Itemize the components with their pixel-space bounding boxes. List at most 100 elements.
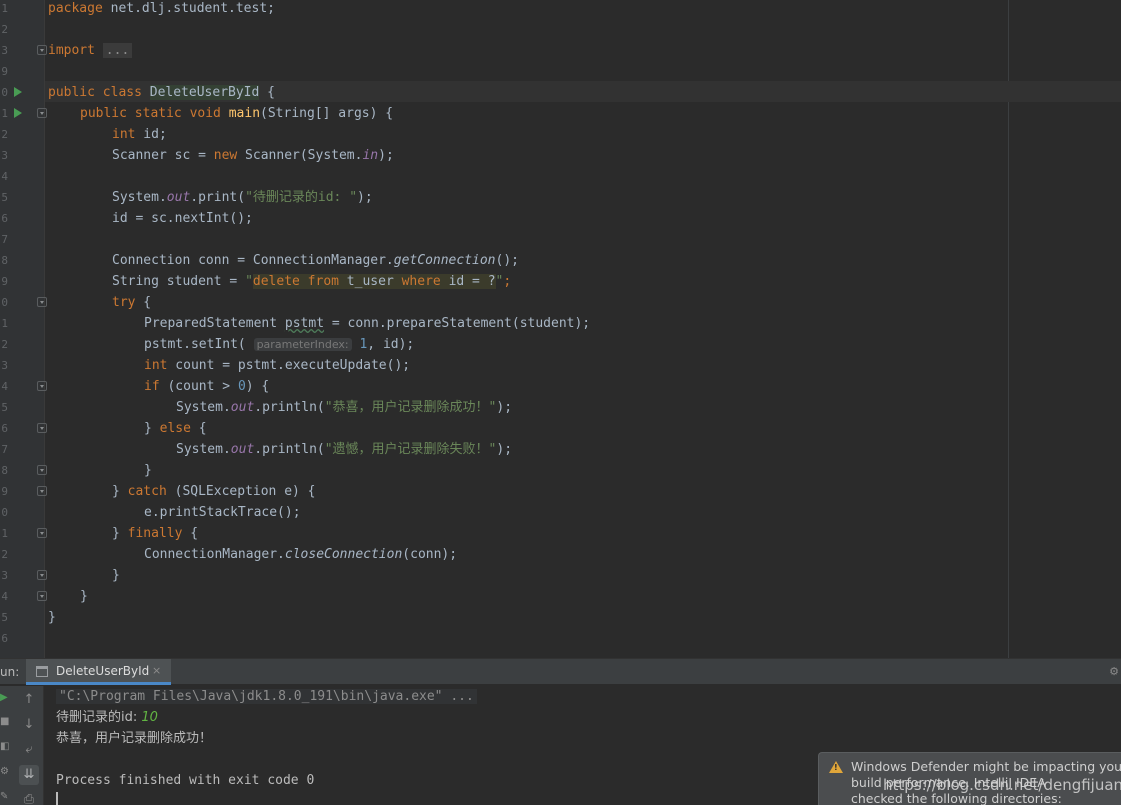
code-line: } bbox=[80, 589, 88, 604]
line-number: 9 bbox=[1, 275, 8, 288]
code-line: pstmt.setInt( parameterIndex: 1, id); bbox=[144, 337, 415, 352]
soft-wrap-icon[interactable]: ⤶ bbox=[19, 740, 39, 760]
line-number: 2 bbox=[1, 548, 8, 561]
code-line: } bbox=[144, 463, 152, 478]
line-number: 1 bbox=[1, 317, 8, 330]
line-number: 6 bbox=[1, 632, 8, 645]
run-tool-window-header: un: DeleteUserById × ⚙ bbox=[0, 659, 1121, 685]
run-class-icon[interactable] bbox=[14, 87, 22, 97]
line-number: 3 bbox=[1, 149, 8, 162]
code-line: } bbox=[112, 568, 120, 583]
run-tab-deleteuserbyid[interactable]: DeleteUserById × bbox=[26, 659, 171, 685]
line-number: 3 bbox=[1, 44, 8, 57]
fold-end-icon[interactable] bbox=[37, 570, 47, 580]
line-number: 5 bbox=[1, 611, 8, 624]
code-line: } catch (SQLException e) { bbox=[112, 484, 316, 499]
stop-icon[interactable]: ■ bbox=[0, 716, 10, 727]
fold-method-icon[interactable] bbox=[37, 108, 47, 118]
line-number: 2 bbox=[1, 338, 8, 351]
console-command-line: "C:\Program Files\Java\jdk1.8.0_191\bin\… bbox=[56, 686, 477, 707]
fold-imports-icon[interactable] bbox=[37, 45, 47, 55]
line-number: 0 bbox=[1, 506, 8, 519]
run-left-toolbar: ▶ ■ ◧ ⚙ ✎ bbox=[0, 686, 14, 805]
code-line: int count = pstmt.executeUpdate(); bbox=[144, 358, 411, 373]
line-number: 3 bbox=[1, 359, 8, 372]
line-number: 6 bbox=[1, 422, 8, 435]
line-number: 4 bbox=[1, 170, 8, 183]
line-number: 9 bbox=[1, 65, 8, 78]
gear-icon[interactable]: ⚙ bbox=[1109, 665, 1119, 678]
restore-layout-icon[interactable]: ◧ bbox=[0, 741, 10, 752]
run-tab-label: DeleteUserById bbox=[56, 664, 150, 678]
folded-imports[interactable]: ... bbox=[102, 43, 133, 58]
run-config-icon bbox=[36, 666, 48, 677]
line-number: 2 bbox=[1, 23, 8, 36]
close-icon[interactable]: × bbox=[152, 659, 161, 683]
fold-if-icon[interactable] bbox=[37, 381, 47, 391]
code-line: Scanner sc = new Scanner(System.in); bbox=[112, 148, 394, 163]
code-line: int id; bbox=[112, 127, 167, 142]
code-line: if (count > 0) { bbox=[144, 379, 270, 394]
code-line: ConnectionManager.closeConnection(conn); bbox=[144, 547, 458, 562]
line-number: 7 bbox=[1, 233, 8, 246]
code-line: } else { bbox=[144, 421, 207, 436]
line-number: 3 bbox=[1, 569, 8, 582]
fold-else-icon[interactable] bbox=[37, 423, 47, 433]
line-number: 7 bbox=[1, 443, 8, 456]
code-line: Connection conn = ConnectionManager.getC… bbox=[112, 253, 519, 268]
code-line: public class DeleteUserById { bbox=[48, 85, 275, 100]
fold-end-icon[interactable] bbox=[37, 465, 47, 475]
print-icon[interactable]: ⎙ bbox=[19, 790, 39, 805]
line-number: 1 bbox=[1, 2, 8, 15]
code-line: PreparedStatement pstmt = conn.prepareSt… bbox=[144, 316, 591, 331]
pin-icon[interactable]: ✎ bbox=[0, 791, 10, 802]
line-number: 0 bbox=[1, 86, 8, 99]
line-number: 6 bbox=[1, 212, 8, 225]
line-number: 8 bbox=[1, 254, 8, 267]
line-number: 2 bbox=[1, 128, 8, 141]
notification-line: Windows Defender might be impacting your bbox=[851, 759, 1121, 774]
code-line: } bbox=[48, 610, 56, 625]
code-line: System.out.println("恭喜，用户记录删除成功！"); bbox=[176, 400, 513, 415]
run-main-icon[interactable] bbox=[14, 108, 22, 118]
console-toolbar: ↑ ↓ ⤶ ⇊ ⎙ bbox=[14, 686, 44, 805]
code-line: System.out.print("待删记录的id: "); bbox=[112, 190, 373, 205]
console-input-value: 10 bbox=[141, 710, 158, 725]
settings-icon[interactable]: ⚙ bbox=[0, 766, 10, 777]
line-number: 5 bbox=[1, 191, 8, 204]
console-caret bbox=[56, 792, 58, 805]
warning-icon: ! bbox=[829, 761, 843, 773]
line-number: 0 bbox=[1, 296, 8, 309]
rerun-icon[interactable]: ▶ bbox=[0, 692, 10, 703]
console-result-line: 恭喜，用户记录删除成功！ bbox=[56, 731, 213, 746]
line-number: 9 bbox=[1, 485, 8, 498]
scroll-to-end-icon[interactable]: ⇊ bbox=[19, 765, 39, 785]
parameter-hint: parameterIndex: bbox=[253, 338, 352, 351]
fold-end-icon[interactable] bbox=[37, 591, 47, 601]
scroll-up-icon[interactable]: ↑ bbox=[19, 690, 39, 710]
code-line: System.out.println("遗憾，用户记录删除失败！"); bbox=[176, 442, 513, 457]
line-number: 1 bbox=[1, 107, 8, 120]
console-prompt-line: 待删记录的id: 10 bbox=[56, 710, 158, 725]
code-line: import ... bbox=[48, 40, 133, 61]
fold-catch-icon[interactable] bbox=[37, 486, 47, 496]
code-line: try { bbox=[112, 295, 152, 310]
line-number: 4 bbox=[1, 380, 8, 393]
line-number: 1 bbox=[1, 527, 8, 540]
code-editor[interactable]: 1 2 3 9 0 1 2 3 4 5 6 7 8 9 0 1 2 3 4 5 … bbox=[0, 0, 1121, 658]
code-line: String student = "delete from t_user whe… bbox=[112, 274, 512, 289]
code-line: package net.dlj.student.test; bbox=[48, 1, 275, 16]
line-number: 8 bbox=[1, 464, 8, 477]
console-exit-line: Process finished with exit code 0 bbox=[56, 773, 315, 788]
fold-finally-icon[interactable] bbox=[37, 528, 47, 538]
line-number: 4 bbox=[1, 590, 8, 603]
code-line: id = sc.nextInt(); bbox=[112, 211, 253, 226]
line-number: 5 bbox=[1, 401, 8, 414]
code-line: } finally { bbox=[112, 526, 199, 541]
scroll-down-icon[interactable]: ↓ bbox=[19, 715, 39, 735]
run-label: un: bbox=[0, 665, 20, 679]
code-line: e.printStackTrace(); bbox=[144, 505, 301, 520]
fold-try-icon[interactable] bbox=[37, 297, 47, 307]
watermark-url: https://blog.csdn.net/dengfijuan_ bbox=[883, 776, 1121, 794]
code-line: public static void main(String[] args) { bbox=[80, 106, 394, 121]
